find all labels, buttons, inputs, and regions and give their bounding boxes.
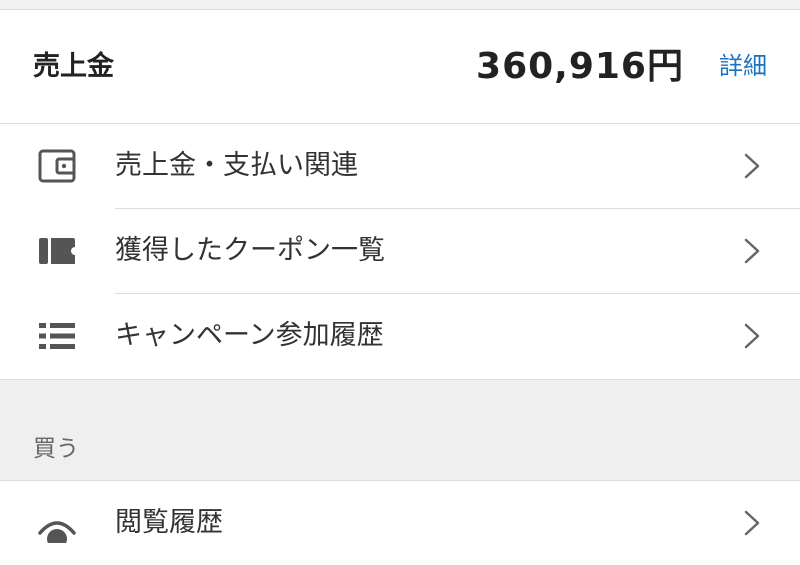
menu-item-label: 売上金・支払い関連 bbox=[115, 150, 358, 181]
top-divider bbox=[0, 0, 800, 10]
chevron-right-icon bbox=[744, 323, 760, 349]
section-label: 買う bbox=[33, 436, 79, 462]
wallet-icon bbox=[38, 149, 76, 183]
sales-detail-link[interactable]: 詳細 bbox=[719, 10, 767, 123]
coupon-icon bbox=[39, 238, 77, 264]
sales-amount: 360,916円 bbox=[476, 46, 684, 87]
menu-item-label: キャンペーン参加履歴 bbox=[115, 320, 384, 351]
menu-item-sales-payments[interactable]: 売上金・支払い関連 bbox=[0, 124, 800, 208]
chevron-right-icon bbox=[744, 153, 760, 179]
menu-item-campaign-history[interactable]: キャンペーン参加履歴 bbox=[0, 294, 800, 378]
chevron-right-icon bbox=[744, 510, 760, 536]
sales-label: 売上金 bbox=[33, 51, 114, 82]
menu-item-browsing-history[interactable]: 閲覧履歴 bbox=[0, 481, 800, 565]
eye-icon bbox=[38, 521, 76, 543]
menu-item-label: 獲得したクーポン一覧 bbox=[115, 235, 385, 266]
list-icon bbox=[39, 323, 75, 349]
section-header-buy: 買う bbox=[0, 379, 800, 481]
menu-item-coupons[interactable]: 獲得したクーポン一覧 bbox=[0, 209, 800, 293]
chevron-right-icon bbox=[744, 238, 760, 264]
menu-item-label: 閲覧履歴 bbox=[115, 507, 223, 538]
sales-balance-row: 売上金 360,916円 詳細 bbox=[0, 10, 800, 124]
